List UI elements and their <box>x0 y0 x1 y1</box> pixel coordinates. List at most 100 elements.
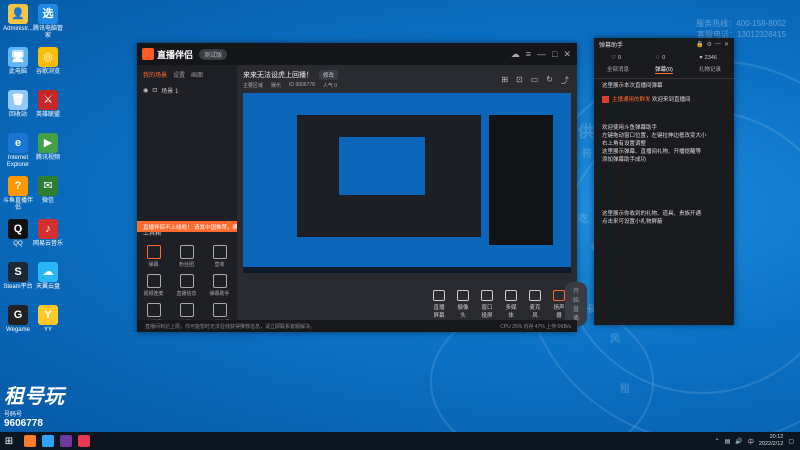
lock-icon[interactable]: ⊡ <box>516 75 523 86</box>
tool-item[interactable]: 视频连麦 <box>137 274 170 297</box>
volume-icon[interactable]: 🔊 <box>735 438 742 445</box>
taskbar-apps <box>18 435 90 447</box>
menu-icon[interactable]: ≡ <box>526 49 531 60</box>
scene-label: 场景 1 <box>161 89 179 95</box>
taskbar-app-icon[interactable] <box>78 435 90 447</box>
lock-icon[interactable]: 🔒 <box>696 41 703 48</box>
version-badge[interactable]: 测试版 <box>199 48 228 60</box>
scene-row[interactable]: ◉ ⊡ 场景 1 <box>137 84 237 97</box>
status-bar: 直播间到达上限，你可能暂时无法在线获得推荐信息，请立即联系客服解决。 CPU 2… <box>137 320 577 332</box>
tool-item[interactable]: 粉丝团 <box>170 245 203 268</box>
desktop-icon[interactable]: ⚔ 英雄联盟 <box>32 90 64 119</box>
desktop-icon[interactable]: ? 斗鱼直播伴侣 <box>2 176 34 212</box>
bottom-tool-label: 摄像头 <box>457 304 469 319</box>
lock-icon[interactable]: ⊡ <box>152 87 157 94</box>
preview-canvas[interactable] <box>243 93 571 273</box>
minimize-icon[interactable]: — <box>715 41 721 48</box>
close-icon[interactable]: ✕ <box>724 41 729 48</box>
maximize-icon[interactable]: □ <box>552 49 557 60</box>
app-icon: 🖥 <box>8 47 28 67</box>
tab-all-messages[interactable]: 全部消息 <box>607 65 629 74</box>
rent-sub: 号码号 <box>4 412 23 418</box>
tab-gifts[interactable]: 礼物记录 <box>699 65 721 74</box>
taskbar-app-icon[interactable] <box>60 435 72 447</box>
share-icon[interactable]: ⤴ <box>561 75 569 86</box>
edit-button[interactable]: 修改 <box>319 70 339 80</box>
desktop-icon-label: 天翼云盘 <box>35 284 60 290</box>
tool-icon <box>212 274 227 288</box>
desktop-icon[interactable]: G Wegame <box>2 305 34 334</box>
system-tray: ⌃ ▤ 🔊 中 20:12 2022/2/12 ▢ <box>715 434 800 448</box>
chevron-up-icon[interactable]: ⌃ <box>715 438 720 445</box>
desktop-icon[interactable]: ♪ 网易云音乐 <box>32 219 64 248</box>
wallpaper-text: 供 <box>578 122 595 141</box>
taskbar-app-icon[interactable] <box>24 435 36 447</box>
desktop-icon[interactable]: ▶ 腾讯视频 <box>32 133 64 162</box>
danmu-message: 欢迎使用斗鱼弹幕助手 左键拖动窗口位置，左键拉伸边框改变大小 右上角有设置调整 … <box>594 121 734 167</box>
desktop-icon[interactable]: ✉ 微信 <box>32 176 64 205</box>
desktop-icon[interactable]: 🗑 回收站 <box>2 90 34 119</box>
desktop-icon[interactable]: ☁ 天翼云盘 <box>32 262 64 291</box>
left-tabs: 我的场景 设置 画面 <box>137 65 237 84</box>
bottom-tool-icon <box>529 289 541 301</box>
eye-icon[interactable]: ◉ <box>143 87 148 94</box>
stat-value: 0 <box>662 55 666 61</box>
tool-item[interactable]: 营收 <box>203 245 236 268</box>
clock-time: 20:12 <box>769 434 784 440</box>
desktop-icon[interactable]: 👤 Administr... <box>2 4 34 33</box>
rent-label: 租号玩 <box>4 386 64 408</box>
refresh-icon[interactable]: ↻ <box>546 75 553 86</box>
danmu-message: 这里展示你收到的礼物、道具、贵族开通 点击来可设置小礼物屏蔽 <box>594 207 734 229</box>
title-bar: 直播伴侣 测试版 ☁ ≡ — □ ✕ <box>137 43 577 65</box>
skin-icon[interactable]: ☁ <box>511 49 520 60</box>
center-panel: 来来无法设虎上回播！ 修改 主要区域 娱乐 ID 9606778 人气 0 ⊞ … <box>237 65 577 320</box>
tab-my-scene[interactable]: 我的场景 <box>143 70 167 79</box>
bottom-tool[interactable]: 扬声器 <box>553 289 565 319</box>
tab-danmu[interactable]: 弹幕(0) <box>655 65 673 74</box>
input-language[interactable]: 中 <box>748 437 754 446</box>
app-icon: S <box>8 262 28 282</box>
tab-canvas[interactable]: 画面 <box>191 70 203 79</box>
danmu-titlebar: 弹幕助手 🔒 ⚙ — ✕ <box>594 38 734 50</box>
stream-title: 来来无法设虎上回播！ <box>243 72 313 79</box>
app-logo: 直播伴侣 <box>142 48 193 61</box>
clock[interactable]: 20:12 2022/2/12 <box>759 434 783 448</box>
bottom-tool-label: 麦克风 <box>529 304 541 319</box>
tab-settings[interactable]: 设置 <box>173 70 185 79</box>
layout-icon[interactable]: ▭ <box>531 75 539 86</box>
notification-icon[interactable]: ▢ <box>788 438 794 445</box>
bottom-tool[interactable]: 摄像头 <box>457 289 469 319</box>
nested-danmu-preview <box>489 115 553 245</box>
network-icon[interactable]: ▤ <box>725 438 731 445</box>
desktop-icon[interactable]: 选腾讯电脑管家 <box>32 4 64 40</box>
danmu-message: 主播通用的群发 欢迎来到直播间 <box>594 93 734 107</box>
desktop-icon[interactable]: 🖥 此电脑 <box>2 47 34 76</box>
windows-start-icon[interactable]: ⊞ <box>0 432 18 450</box>
tool-item[interactable]: 弹幕助手 <box>203 274 236 297</box>
desktop-icon[interactable]: Q QQ <box>2 219 34 248</box>
tool-item[interactable]: 弹幕 <box>137 245 170 268</box>
bottom-tool[interactable]: 窗口投屏 <box>481 289 493 319</box>
close-icon[interactable]: ✕ <box>563 49 571 60</box>
desktop-icon[interactable]: S Steam平台 <box>2 262 34 291</box>
app-icon: 🗑 <box>8 90 28 110</box>
wallpaper-text: 风 <box>610 334 620 345</box>
danmu-messages: 这里展示本次直播间弹幕 主播通用的群发 欢迎来到直播间 欢迎使用斗鱼弹幕助手 左键拖… <box>594 79 734 229</box>
bottom-tool[interactable]: 直播屏幕 <box>433 289 445 319</box>
minimize-icon[interactable]: — <box>537 49 546 60</box>
app-icon: ◎ <box>38 47 58 67</box>
taskbar-app-icon[interactable] <box>42 435 54 447</box>
danmu-stat: ♡ 0 <box>611 55 621 61</box>
tool-item[interactable]: 直播信息 <box>170 274 203 297</box>
app-icon: ⚔ <box>38 90 58 110</box>
desktop-icon[interactable]: e Internet Explorer <box>2 133 34 169</box>
bottom-tool[interactable]: 多媒体 <box>505 289 517 319</box>
grid-icon[interactable]: ⊞ <box>501 75 508 86</box>
desktop-icon-label: 回收站 <box>8 112 27 118</box>
settings-icon[interactable]: ⚙ <box>707 41 712 48</box>
desktop-icon[interactable]: Y YY <box>32 305 64 334</box>
bottom-tool[interactable]: 麦克风 <box>529 289 541 319</box>
desktop-icon[interactable]: ◎ 谷歌浏览 <box>32 47 64 76</box>
danmu-stat: ♥ 2346 <box>699 55 717 61</box>
app-icon: Y <box>38 305 58 325</box>
